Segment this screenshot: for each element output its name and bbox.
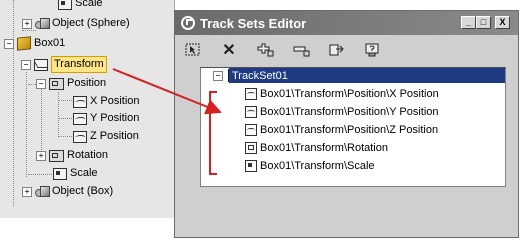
tree-item-label: Z Position — [90, 130, 139, 142]
track-label: Box01\Transform\Position\Y Position — [260, 106, 439, 118]
tree-item-scale-top[interactable]: Scale — [58, 0, 103, 11]
position-icon — [49, 77, 64, 90]
rotation-icon — [49, 149, 64, 162]
tree-item-scale[interactable]: Scale — [53, 166, 98, 181]
track-sets-editor-window: Track Sets Editor _ □ X ✕ − TrackSet01 B… — [174, 10, 519, 238]
transform-icon — [34, 58, 48, 71]
hierarchy-tree: Scale + Object (Sphere) − Box01 − Transf… — [0, 0, 175, 218]
tree-item-label: X Position — [90, 95, 140, 107]
tree-item-position[interactable]: − Position — [36, 76, 106, 91]
track-label: Box01\Transform\Position\X Position — [260, 88, 439, 100]
tree-connector — [58, 92, 59, 137]
assign-icon — [329, 44, 344, 56]
tree-connector — [58, 136, 72, 137]
tree-item-rotation[interactable]: + Rotation — [36, 148, 108, 163]
tree-item-label: Y Position — [90, 112, 140, 124]
tree-connector — [26, 72, 27, 177]
track-label: Box01\Transform\Rotation — [260, 142, 388, 154]
collapse-toggle[interactable]: − — [36, 78, 46, 89]
tree-item-label: Position — [67, 77, 107, 89]
toolbar: ✕ — [175, 35, 518, 65]
track-row[interactable]: Box01\Transform\Position\X Position — [245, 86, 439, 102]
track-label: Box01\Transform\Scale — [260, 160, 375, 172]
track-row[interactable]: Box01\Transform\Rotation — [245, 140, 388, 156]
expand-toggle[interactable]: + — [22, 186, 32, 197]
tree-item-box01[interactable]: − Box01 — [4, 36, 65, 51]
rotation-icon — [245, 142, 257, 154]
box-icon — [17, 36, 31, 51]
scale-icon — [53, 167, 67, 180]
expand-toggle[interactable]: + — [36, 150, 46, 161]
curve-icon — [245, 124, 257, 136]
tree-item-label: Scale — [75, 0, 103, 9]
curve-icon — [73, 112, 87, 125]
collapse-toggle[interactable]: − — [4, 38, 14, 49]
tree-item-label: Object (Sphere) — [52, 17, 130, 29]
curve-icon — [73, 130, 87, 143]
trackset-row-selected[interactable]: TrackSet01 — [229, 68, 505, 83]
add-track-button[interactable] — [247, 39, 283, 61]
track-row[interactable]: Box01\Transform\Position\Z Position — [245, 122, 438, 138]
tree-connector — [13, 0, 14, 206]
curve-icon — [245, 106, 257, 118]
tree-item-label: Object (Box) — [52, 185, 114, 197]
help-icon — [365, 43, 379, 57]
delete-button[interactable]: ✕ — [211, 39, 247, 61]
delete-icon: ✕ — [222, 42, 236, 59]
curve-icon — [73, 95, 87, 108]
collapse-toggle[interactable]: − — [21, 59, 31, 70]
tree-item-x-position[interactable]: X Position — [73, 94, 140, 109]
add-track-icon — [257, 43, 274, 57]
tree-item-label: Box01 — [34, 37, 66, 49]
object-icon — [35, 185, 50, 198]
maximize-button[interactable]: □ — [476, 16, 491, 29]
app-icon — [181, 16, 195, 30]
remove-track-icon — [293, 46, 310, 57]
tree-item-z-position[interactable]: Z Position — [73, 129, 139, 144]
scale-icon — [58, 0, 72, 10]
tree-item-y-position[interactable]: Y Position — [73, 111, 139, 126]
track-set-list: − TrackSet01 Box01\Transform\Position\X … — [200, 67, 506, 187]
tree-item-object-sphere[interactable]: + Object (Sphere) — [22, 16, 130, 31]
tree-item-object-box[interactable]: + Object (Box) — [22, 184, 113, 199]
annotation-bracket — [209, 91, 217, 175]
help-button[interactable] — [355, 39, 391, 61]
curve-icon — [245, 88, 257, 100]
trackset-name: TrackSet01 — [232, 69, 288, 82]
select-track-button[interactable] — [175, 39, 211, 61]
tree-item-label: Scale — [70, 167, 98, 179]
title-bar[interactable]: Track Sets Editor _ □ X — [175, 11, 518, 35]
tree-connector — [41, 88, 42, 154]
tree-connector — [28, 174, 52, 175]
close-button[interactable]: X — [495, 16, 510, 29]
minimize-button[interactable]: _ — [461, 16, 476, 29]
tree-connector — [58, 118, 72, 119]
collapse-toggle[interactable]: − — [213, 71, 223, 81]
scale-icon — [245, 160, 257, 172]
window-title: Track Sets Editor — [200, 15, 307, 31]
track-row[interactable]: Box01\Transform\Scale — [245, 158, 375, 174]
tree-connector — [58, 100, 72, 101]
track-row[interactable]: Box01\Transform\Position\Y Position — [245, 104, 439, 120]
remove-track-button[interactable] — [283, 39, 319, 61]
select-icon — [185, 43, 200, 56]
expand-toggle[interactable]: + — [22, 18, 32, 29]
tree-item-label: Rotation — [67, 149, 108, 161]
object-icon — [35, 17, 50, 30]
assign-button[interactable] — [319, 39, 355, 61]
tree-item-transform[interactable]: − Transform — [21, 56, 107, 73]
tree-item-label: Transform — [51, 56, 107, 73]
track-label: Box01\Transform\Position\Z Position — [260, 124, 439, 136]
